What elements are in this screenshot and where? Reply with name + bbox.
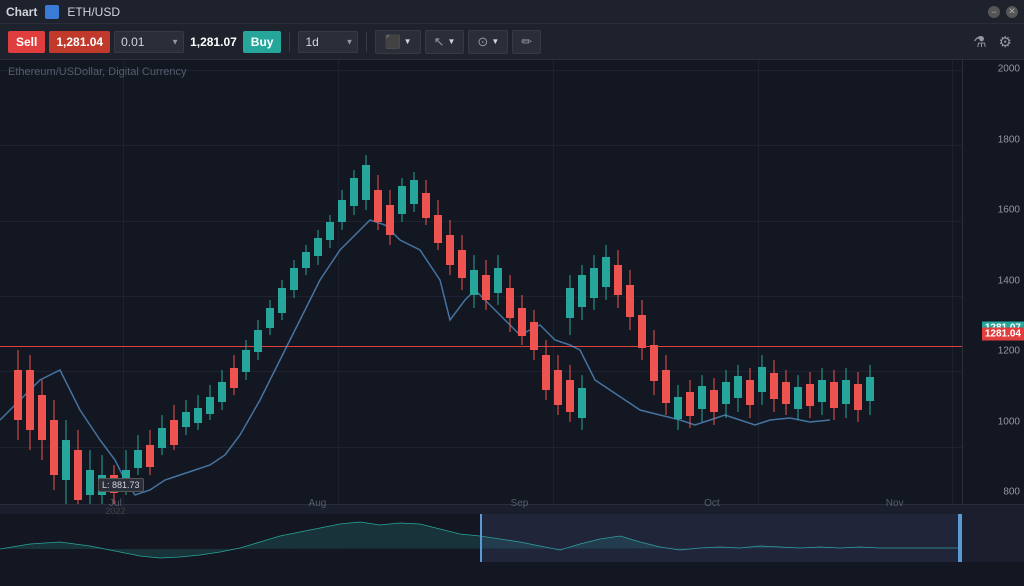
chart-type-button[interactable]: ⬛ ▼ <box>375 30 420 54</box>
price-label-2000: 2000 <box>998 64 1020 75</box>
buy-price-display: 1,281.07 <box>188 35 239 49</box>
mini-chart-svg <box>0 514 962 562</box>
time-axis: Jul 2022 Aug Sep Oct Nov <box>0 498 962 514</box>
price-label-1200: 1200 <box>998 346 1020 357</box>
time-label-aug: Aug <box>309 498 327 509</box>
buy-button[interactable]: Buy <box>243 31 282 53</box>
price-label-1400: 1400 <box>998 275 1020 286</box>
title-symbol: ETH/USD <box>67 5 988 19</box>
circle-icon: ⊙ <box>477 34 488 50</box>
title-chart-label: Chart <box>6 5 37 19</box>
sell-button[interactable]: Sell <box>8 31 45 53</box>
title-bar: Chart ETH/USD − ✕ <box>0 0 1024 24</box>
cursor-icon: ↖ <box>434 34 445 50</box>
price-axis: 2000 1800 1600 1400 1281.07 1281.04 1200… <box>962 60 1024 530</box>
price-label-1800: 1800 <box>998 134 1020 145</box>
price-label-1000: 1000 <box>998 416 1020 427</box>
candle-group <box>14 155 874 520</box>
timeframe-select[interactable]: 1m5m15m 1h4h1d1w <box>298 31 358 53</box>
chart-area: Ethereum/USDollar, Digital Currency <box>0 60 1024 562</box>
price-label-sell: 1281.04 <box>982 327 1024 340</box>
circle-arrow: ▼ <box>491 37 499 46</box>
time-label-oct: Oct <box>704 498 720 509</box>
toolbar-separator-1 <box>289 32 290 52</box>
sell-price-display: 1,281.04 <box>49 31 110 53</box>
window-minimize-button[interactable]: − <box>988 6 1000 18</box>
timeframe-wrapper[interactable]: 1m5m15m 1h4h1d1w <box>298 31 358 53</box>
time-label-sep: Sep <box>511 498 529 509</box>
chart-type-arrow: ▼ <box>404 37 412 46</box>
spread-wrapper[interactable]: 0.01 0.1 1 <box>114 31 184 53</box>
bottom-bar: Jul 2022 Aug Sep Oct Nov <box>0 504 1024 562</box>
price-label-800: 800 <box>1003 487 1020 498</box>
toolbar: Sell 1,281.04 0.01 0.1 1 1,281.07 Buy 1m… <box>0 24 1024 60</box>
cursor-arrow: ▼ <box>447 37 455 46</box>
pen-icon: ✏ <box>521 34 532 50</box>
draw-tool-button[interactable]: ✏ <box>512 30 541 54</box>
title-icon <box>45 5 59 19</box>
settings-button[interactable]: ⚙ <box>995 29 1016 55</box>
price-label-1600: 1600 <box>998 205 1020 216</box>
spread-select[interactable]: 0.01 0.1 1 <box>114 31 184 53</box>
candlestick-icon: ⬛ <box>384 34 400 50</box>
window-close-button[interactable]: ✕ <box>1006 6 1018 18</box>
time-label-nov: Nov <box>886 498 904 509</box>
circle-tool-button[interactable]: ⊙ ▼ <box>468 30 508 54</box>
cursor-tool-button[interactable]: ↖ ▼ <box>425 30 465 54</box>
candlestick-chart <box>0 60 962 530</box>
low-price-label: L: 881.73 <box>98 478 144 492</box>
chart-subtitle: Ethereum/USDollar, Digital Currency <box>8 66 187 78</box>
mini-chart[interactable] <box>0 514 962 562</box>
toolbar-separator-2 <box>366 32 367 52</box>
flask-button[interactable]: ⚗ <box>969 29 990 55</box>
